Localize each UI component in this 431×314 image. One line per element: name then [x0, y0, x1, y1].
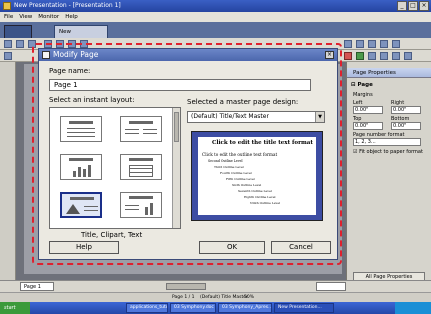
select-icon[interactable] — [4, 52, 12, 60]
page-tab[interactable]: Page 1 — [20, 282, 54, 291]
view-mode-select[interactable] — [316, 282, 346, 291]
rotate-icon[interactable] — [392, 52, 400, 60]
page-tab-bar: Page 1 — [0, 280, 431, 292]
page-section-header[interactable]: ⊟ Page — [351, 82, 373, 88]
system-tray — [395, 302, 431, 314]
open-icon[interactable] — [16, 40, 24, 48]
tab-new-presentation[interactable]: New Presentation 1 — [54, 25, 108, 47]
redo-icon[interactable] — [356, 40, 364, 48]
menu-help[interactable]: Help — [65, 12, 78, 22]
line-color-icon[interactable] — [344, 52, 352, 60]
page-navigation-buttons[interactable] — [166, 283, 206, 290]
bottom-margin-field[interactable]: 0.00" — [391, 122, 421, 130]
app-icon — [3, 2, 11, 10]
menu-monitor[interactable]: Monitor — [38, 12, 59, 22]
dialog-highlight-outline — [32, 43, 342, 265]
zoom-icon[interactable] — [368, 40, 376, 48]
properties-panel-header: Page Properties — [347, 68, 431, 78]
undo-icon[interactable] — [344, 40, 352, 48]
align-icon[interactable] — [404, 52, 412, 60]
arrow-icon[interactable] — [380, 52, 388, 60]
left-tool-strip — [0, 62, 16, 280]
taskbar-item-new-presentation[interactable]: New Presentation... — [274, 303, 334, 313]
new-icon[interactable] — [4, 40, 12, 48]
right-margin-field[interactable]: 0.00" — [391, 106, 421, 114]
chart-icon[interactable] — [392, 40, 400, 48]
menu-bar: File View Monitor Help — [0, 12, 431, 22]
fit-to-paper-checkbox[interactable]: ☑ Fit object to paper format — [353, 149, 423, 155]
page-number-format-select[interactable]: 1, 2, 3... — [353, 138, 421, 146]
menu-file[interactable]: File — [4, 12, 13, 22]
minimize-button[interactable]: _ — [397, 1, 407, 11]
app-title-bar: New Presentation - [Presentation 1] — [0, 0, 431, 12]
shapes-icon[interactable] — [368, 52, 376, 60]
window-controls: _ □ × — [397, 1, 429, 11]
taskbar-item-symphony-apres[interactable]: 03 Symphony_Apres... — [218, 303, 272, 313]
table-icon[interactable] — [380, 40, 388, 48]
home-tab[interactable] — [4, 25, 32, 38]
start-button[interactable]: start — [0, 302, 30, 314]
menu-view[interactable]: View — [19, 12, 32, 22]
margins-label: Margins — [353, 92, 373, 98]
top-margin-field[interactable]: 0.00" — [353, 122, 383, 130]
fill-color-icon[interactable] — [356, 52, 364, 60]
left-margin-field[interactable]: 0.00" — [353, 106, 383, 114]
windows-taskbar: start applications_tutorials 03 Symphony… — [0, 302, 431, 314]
app-title: New Presentation - [Presentation 1] — [14, 2, 121, 9]
status-bar: Page 1 / 1 (Default) Title Master 50% — [0, 292, 431, 302]
document-tab-bar: New Presentation 1 — [0, 22, 431, 47]
properties-panel: Page Properties ⊟ Page Margins Left Righ… — [346, 62, 431, 282]
close-button[interactable]: × — [419, 1, 429, 11]
taskbar-item-tutorials[interactable]: applications_tutorials — [126, 303, 168, 313]
maximize-button[interactable]: □ — [408, 1, 418, 11]
taskbar-item-symphony-doc[interactable]: 03 Symphony.doc — [170, 303, 216, 313]
